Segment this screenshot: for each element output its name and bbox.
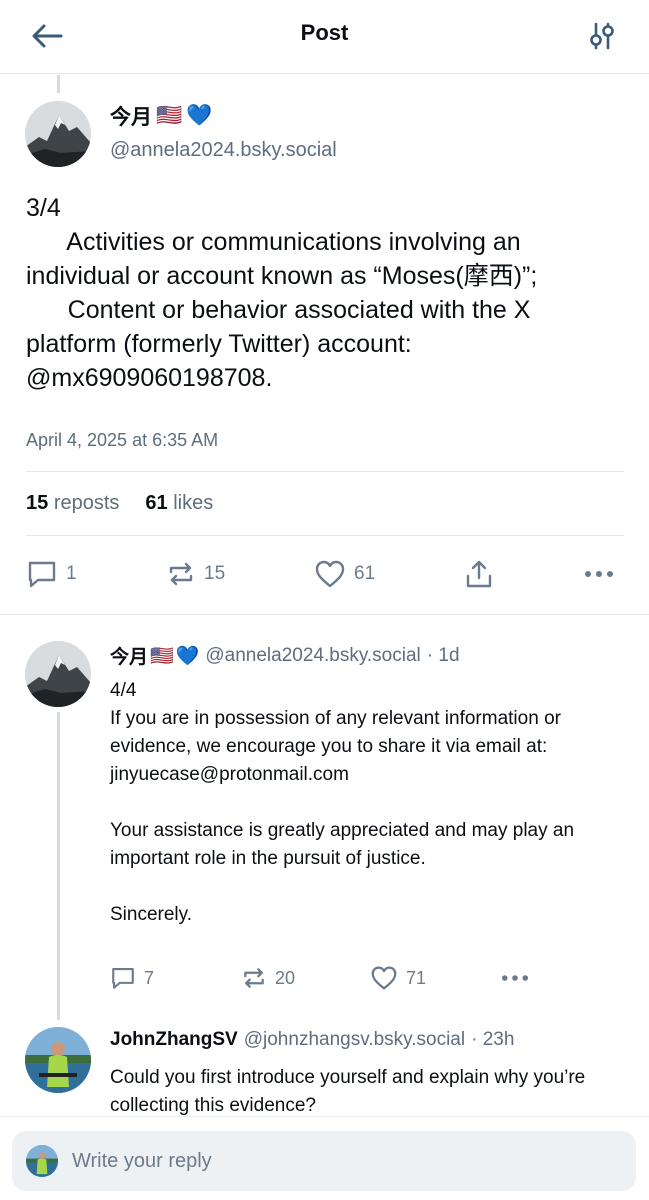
divider — [26, 535, 624, 536]
mountain-avatar-image — [25, 641, 91, 707]
reply-time: · 1d — [426, 644, 460, 666]
comment-icon — [112, 968, 134, 989]
post-text-line: Activities or communications involving a… — [26, 228, 521, 256]
reposts-label: reposts — [53, 492, 120, 514]
reply-paragraph: If you are in possession of any relevant… — [110, 708, 561, 757]
reply-button[interactable]: 1 — [26, 556, 77, 592]
reply-closing: Sincerely. — [110, 904, 193, 925]
likes-count: 61 — [145, 492, 168, 514]
heart-icon — [371, 966, 397, 990]
heart-icon — [315, 560, 345, 588]
reply-count: 1 — [66, 563, 77, 584]
top-bar: Post — [0, 0, 649, 74]
repost-button[interactable]: 15 — [166, 556, 225, 592]
person-lake-avatar-image — [26, 1145, 58, 1177]
author-name-text: 今月 — [110, 106, 152, 129]
repost-count: 20 — [275, 967, 296, 988]
blue-heart-emoji: 💙 — [175, 645, 200, 667]
repost-icon — [169, 562, 193, 586]
ellipsis-icon — [585, 571, 613, 577]
section-separator — [0, 614, 649, 615]
repost-icon — [244, 968, 264, 988]
reply-paragraph: Your assistance is greatly appreciated a… — [110, 820, 575, 869]
likes-stat[interactable]: 61 likes — [145, 492, 213, 515]
share-button[interactable] — [464, 556, 494, 592]
reply-time: · 23h — [471, 1029, 515, 1050]
author-avatar[interactable] — [25, 101, 91, 167]
reply-text: 4/4 If you are in possession of any rele… — [110, 677, 625, 929]
reply-author-name-text: 今月 — [110, 647, 149, 668]
reply-author-avatar[interactable] — [25, 1027, 91, 1093]
author-handle[interactable]: @annela2024.bsky.social — [110, 139, 337, 162]
repost-count: 15 — [204, 563, 226, 584]
post-text: 3/4 Activities or communications involvi… — [26, 191, 626, 395]
likes-label: likes — [173, 492, 214, 514]
share-icon — [466, 560, 492, 588]
us-flag-emoji: 🇺🇸 — [156, 104, 183, 127]
page-title: Post — [300, 20, 349, 45]
reply-author-name[interactable]: JohnZhangSV — [110, 1029, 238, 1051]
reply-author-handle[interactable]: @johnzhangsv.bsky.social — [244, 1029, 465, 1051]
reply-text: Could you first introduce yourself and e… — [110, 1067, 586, 1116]
user-avatar — [26, 1145, 58, 1177]
reply-placeholder: Write your reply — [72, 1149, 212, 1172]
us-flag-emoji: 🇺🇸 — [150, 645, 174, 667]
thread-connector-line — [57, 712, 60, 1020]
like-button[interactable]: 71 — [370, 962, 426, 994]
engagement-stats: 15 reposts 61 likes — [26, 492, 213, 515]
like-count: 61 — [354, 563, 376, 584]
more-options-button[interactable] — [501, 962, 529, 994]
divider — [26, 471, 624, 472]
reply-author-handle[interactable]: @annela2024.bsky.social — [205, 645, 420, 667]
more-options-button[interactable] — [584, 556, 614, 592]
post-text-line: individual or account known as “Moses(摩西… — [26, 262, 538, 290]
like-count: 71 — [406, 967, 427, 988]
thread-connector-line — [57, 75, 60, 93]
repost-button[interactable]: 20 — [241, 962, 295, 994]
reply-composer-bar: Write your reply — [0, 1116, 649, 1200]
post-actions: 1 15 61 — [26, 556, 624, 592]
author-name[interactable]: 今月 🇺🇸 💙 — [110, 101, 212, 131]
like-button[interactable]: 61 — [314, 556, 375, 592]
reposts-stat[interactable]: 15 reposts — [26, 492, 119, 515]
post-text-line: platform (formerly Twitter) account: — [26, 330, 412, 358]
post-text-line: Content or behavior associated with the … — [26, 296, 531, 324]
blue-heart-emoji: 💙 — [186, 104, 213, 127]
reply-author-name[interactable]: 今月 🇺🇸 💙 — [110, 642, 199, 669]
reply-count: 7 — [144, 967, 155, 988]
reply-author-avatar[interactable] — [25, 641, 91, 707]
post-timestamp: April 4, 2025 at 6:35 AM — [26, 430, 219, 450]
reply-paragraph: 4/4 — [110, 680, 137, 701]
comment-icon — [28, 561, 56, 588]
email-link[interactable]: jinyuecase@protonmail.com — [110, 761, 349, 789]
post-text-line: 3/4 — [26, 194, 61, 222]
reply-actions: 7 20 71 — [110, 962, 625, 994]
mountain-avatar-image — [25, 101, 91, 167]
reply-header: 今月 🇺🇸 💙 @annela2024.bsky.social · 1d — [110, 642, 460, 669]
reply-button[interactable]: 7 — [110, 962, 154, 994]
ellipsis-icon — [501, 975, 529, 981]
reply-input[interactable]: Write your reply — [12, 1131, 636, 1191]
reply-header: JohnZhangSV @johnzhangsv.bsky.social · 2… — [110, 1029, 514, 1051]
reposts-count: 15 — [26, 492, 49, 514]
sliders-icon — [590, 22, 614, 50]
post-text-line: @mx6909060198708. — [26, 364, 273, 392]
person-lake-avatar-image — [25, 1027, 91, 1093]
thread-settings-button[interactable] — [583, 16, 621, 56]
